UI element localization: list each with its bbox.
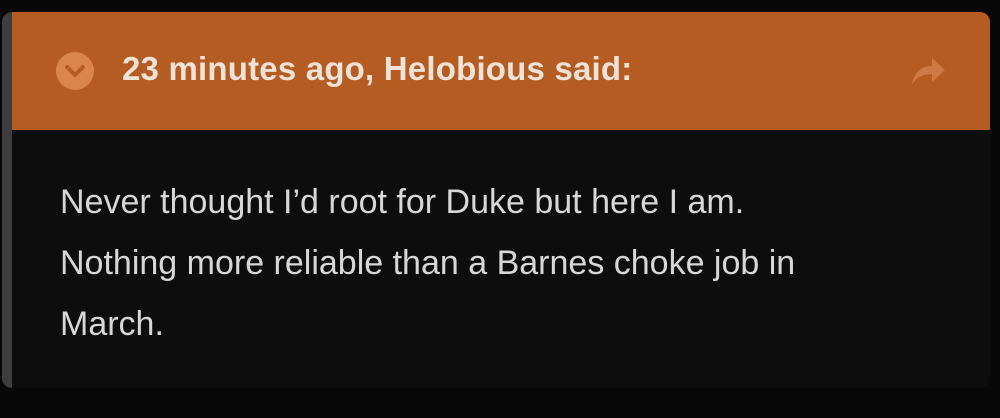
quote-header: 23 minutes ago, Helobious said:: [12, 12, 990, 130]
quote-body: Never thought I’d root for Duke but here…: [60, 172, 960, 355]
quote-body-line: March.: [60, 305, 164, 343]
quote-block: 23 minutes ago, Helobious said: Never th…: [2, 12, 990, 388]
quote-citation: 23 minutes ago, Helobious said:: [122, 50, 633, 87]
quote-body-line: Never thought I’d root for Duke but here…: [60, 183, 745, 221]
chevron-down-circle-icon[interactable]: [56, 52, 94, 90]
quote-body-line: Nothing more reliable than a Barnes chok…: [60, 244, 796, 282]
share-arrow-icon[interactable]: [908, 54, 948, 88]
quote-left-border: [2, 12, 12, 388]
